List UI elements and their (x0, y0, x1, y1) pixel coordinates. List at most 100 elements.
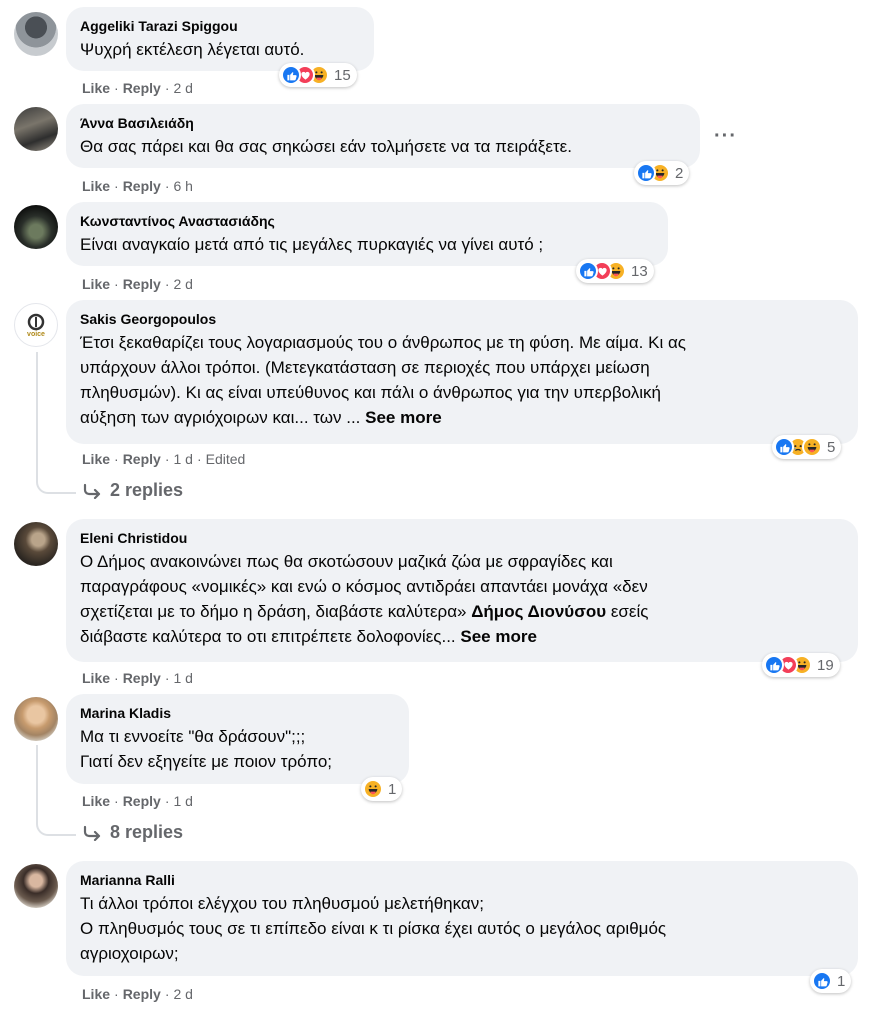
reaction-summary[interactable]: 19 (762, 653, 840, 677)
comment-bubble: Marianna Ralli Τι άλλοι τρόποι ελέγχου τ… (66, 861, 858, 976)
comment-author[interactable]: Sakis Georgopoulos (80, 310, 844, 328)
view-replies-link[interactable]: 2 replies (82, 480, 183, 501)
comment-author[interactable]: Eleni Christidou (80, 529, 844, 547)
like-button[interactable]: Like (82, 80, 110, 96)
comment-bubble: Eleni Christidou Ο Δήμος ανακοινώνει πως… (66, 519, 858, 662)
like-button[interactable]: Like (82, 986, 110, 1002)
comment-actions: Like · Reply · 2 d (82, 276, 193, 292)
comment-text-line: Μα τι εννοείτε "θα δράσουν";;; (80, 727, 306, 746)
reply-arrow-icon (83, 483, 101, 499)
comment-author[interactable]: Marianna Ralli (80, 871, 844, 889)
comment-text-line: Ο Δήμος ανακοινώνει πως θα σκοτώσουν μαζ… (80, 552, 613, 571)
replies-count-label: 8 replies (110, 822, 184, 842)
more-options-icon[interactable]: ··· (714, 126, 737, 146)
comment-text: Τι άλλοι τρόποι ελέγχου του πληθυσμού με… (80, 891, 844, 966)
like-button[interactable]: Like (82, 793, 110, 809)
comment-time[interactable]: 1 d (173, 451, 192, 467)
comment-time[interactable]: 1 d (173, 670, 192, 686)
see-more-link[interactable]: See more (460, 627, 537, 646)
reaction-summary[interactable]: 1 (810, 969, 852, 993)
comment-author[interactable]: Κωνσταντίνος Αναστασιάδης (80, 212, 654, 230)
like-button[interactable]: Like (82, 451, 110, 467)
comment-text: Θα σας πάρει και θα σας σηκώσει εάν τολμ… (80, 137, 572, 156)
comment-text-line: σχετίζεται με το δήμο η δράση, διαβάστε … (80, 602, 472, 621)
reaction-count: 1 (837, 972, 846, 990)
avatar[interactable] (14, 864, 58, 908)
comment-text: Είναι αναγκαίο μετά από τις μεγάλες πυρκ… (80, 235, 544, 254)
comment-text: Μα τι εννοείτε "θα δράσουν";;; Γιατί δεν… (80, 724, 395, 774)
comment-bubble: Marina Kladis Μα τι εννοείτε "θα δράσουν… (66, 694, 409, 784)
comment-text-line: υπάρχουν άλλοι τρόποι. (Μετεγκατάσταση σ… (80, 358, 650, 377)
like-reaction-icon (774, 437, 794, 457)
comment-text-line: Τι άλλοι τρόποι ελέγχου του πληθυσμού με… (80, 894, 484, 913)
like-reaction-icon (764, 655, 784, 675)
comment-actions: Like · Reply · 1 d (82, 670, 193, 686)
reply-button[interactable]: Reply (123, 670, 161, 686)
comment-bubble: Sakis Georgopoulos Έτσι ξεκαθαρίζει τους… (66, 300, 858, 444)
see-more-link[interactable]: See more (365, 408, 442, 427)
comment-text-line: Ο πληθυσμός τους σε τι επίπεδο είναι κ τ… (80, 919, 667, 938)
reaction-count: 15 (334, 66, 351, 84)
avatar[interactable] (14, 12, 58, 56)
reaction-count: 1 (388, 780, 397, 798)
comment-text-line: Έτσι ξεκαθαρίζει τους λογαριασμούς του ο… (80, 333, 686, 352)
comment-text-line: διάβαστε καλύτερα το οτι επιτρέπετε δολο… (80, 627, 461, 646)
avatar[interactable] (14, 522, 58, 566)
avatar[interactable] (14, 107, 58, 151)
comment-bubble: Άννα Βασιλειάδη Θα σας πάρει και θα σας … (66, 104, 700, 168)
comment-time[interactable]: 2 d (173, 80, 192, 96)
reaction-summary[interactable]: 1 (361, 777, 403, 801)
comment-author[interactable]: Marina Kladis (80, 704, 395, 722)
comment-author[interactable]: Aggeliki Tarazi Spiggou (80, 17, 360, 35)
comment-bubble: Aggeliki Tarazi Spiggou Ψυχρή εκτέλεση λ… (66, 7, 374, 71)
like-reaction-icon (578, 261, 598, 281)
comment-time[interactable]: 6 h (173, 178, 192, 194)
like-button[interactable]: Like (82, 670, 110, 686)
thread-connector (36, 474, 76, 494)
reaction-count: 13 (631, 262, 648, 280)
like-reaction-icon (281, 65, 301, 85)
avatar-logo-text: voice (27, 330, 45, 338)
thread-line (36, 745, 38, 820)
comment-time[interactable]: 2 d (173, 986, 192, 1002)
avatar[interactable] (14, 697, 58, 741)
reply-button[interactable]: Reply (123, 986, 161, 1002)
logo-icon (27, 313, 45, 330)
reaction-count: 5 (827, 438, 836, 456)
comment-actions: Like · Reply · 1 d · Edited (82, 451, 246, 467)
comment-actions: Like · Reply · 6 h (82, 178, 193, 194)
edited-label[interactable]: Edited (206, 451, 246, 467)
reaction-summary[interactable]: 5 (772, 435, 842, 459)
comment-text-line: αύξηση των αγριόχοιρων και... των ... (80, 408, 366, 427)
reply-arrow-icon (83, 825, 101, 841)
comment-time[interactable]: 2 d (173, 276, 192, 292)
reply-button[interactable]: Reply (123, 451, 161, 467)
avatar[interactable]: voice (14, 303, 58, 347)
like-button[interactable]: Like (82, 276, 110, 292)
reaction-count: 19 (817, 656, 834, 674)
comment-text-line: αγριοχοιρων; (80, 944, 179, 963)
mention-link[interactable]: Δήμος Διονύσου (471, 602, 606, 621)
comment-time[interactable]: 1 d (173, 793, 192, 809)
like-reaction-icon (812, 971, 832, 991)
like-button[interactable]: Like (82, 178, 110, 194)
haha-reaction-icon (363, 779, 383, 799)
reply-button[interactable]: Reply (123, 793, 161, 809)
comment-actions: Like · Reply · 2 d (82, 80, 193, 96)
reaction-summary[interactable]: 13 (576, 259, 654, 283)
comment-author[interactable]: Άννα Βασιλειάδη (80, 114, 686, 132)
reply-button[interactable]: Reply (123, 178, 161, 194)
comment-text: Έτσι ξεκαθαρίζει τους λογαριασμούς του ο… (80, 330, 844, 430)
reply-button[interactable]: Reply (123, 276, 161, 292)
avatar[interactable] (14, 205, 58, 249)
view-replies-link[interactable]: 8 replies (82, 822, 183, 843)
reply-button[interactable]: Reply (123, 80, 161, 96)
replies-count-label: 2 replies (110, 480, 184, 500)
comment-actions: Like · Reply · 1 d (82, 793, 193, 809)
reaction-count: 2 (675, 164, 684, 182)
reaction-summary[interactable]: 15 (279, 63, 357, 87)
reaction-summary[interactable]: 2 (634, 161, 690, 185)
comment-bubble: Κωνσταντίνος Αναστασιάδης Είναι αναγκαίο… (66, 202, 668, 266)
comment-text-line: Γιατί δεν εξηγείτε με ποιον τρόπο; (80, 752, 332, 771)
comment-text: Ψυχρή εκτέλεση λέγεται αυτό. (80, 40, 305, 59)
